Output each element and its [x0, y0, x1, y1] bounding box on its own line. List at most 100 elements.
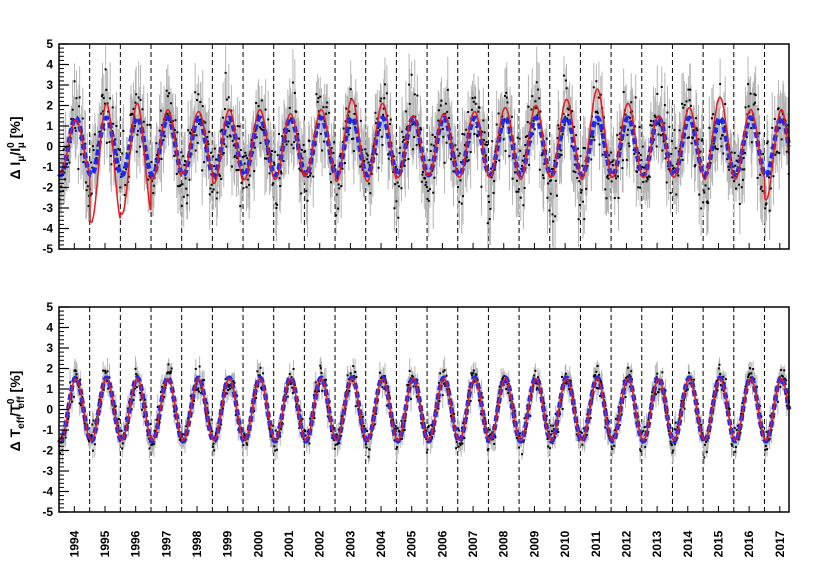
data-point — [634, 96, 637, 99]
data-point — [74, 126, 77, 129]
x-tick-label-2003: 2003 — [343, 530, 357, 557]
data-point — [317, 97, 320, 100]
data-point — [488, 201, 491, 204]
data-point — [425, 181, 428, 184]
data-point — [486, 144, 489, 147]
x-tick-label-2011: 2011 — [589, 531, 603, 557]
data-point — [75, 97, 78, 100]
data-point — [268, 172, 271, 175]
data-point — [596, 365, 599, 368]
data-point — [248, 183, 251, 186]
data-point — [81, 117, 84, 120]
data-point — [722, 152, 725, 155]
data-point — [267, 118, 270, 121]
data-point — [378, 128, 381, 131]
x-tick-label-2009: 2009 — [527, 530, 541, 557]
data-point — [270, 153, 273, 156]
data-point — [655, 393, 658, 396]
data-point — [572, 170, 575, 173]
data-point — [359, 119, 362, 122]
data-point — [758, 132, 761, 135]
data-point — [152, 192, 155, 195]
data-point — [234, 154, 237, 157]
data-point — [610, 445, 613, 448]
data-point — [137, 96, 140, 99]
data-point — [488, 428, 491, 431]
data-point — [141, 108, 144, 111]
data-point — [104, 369, 107, 372]
x-tick-label-1995: 1995 — [98, 530, 112, 557]
data-point — [112, 122, 115, 125]
data-point — [225, 98, 228, 101]
y-tick-label: 2 — [46, 362, 53, 376]
data-point — [383, 97, 386, 100]
data-point — [77, 168, 80, 171]
data-point — [448, 116, 451, 119]
data-point — [340, 185, 343, 188]
x-tick-label-2015: 2015 — [712, 530, 726, 557]
data-point — [305, 189, 308, 192]
data-point — [149, 423, 152, 426]
data-point — [211, 445, 214, 448]
data-point — [293, 141, 296, 144]
data-point — [380, 97, 383, 100]
data-point — [273, 445, 276, 448]
data-point — [276, 154, 279, 157]
data-point — [215, 158, 218, 161]
data-point — [474, 96, 477, 99]
data-point — [728, 407, 731, 410]
data-point — [426, 197, 429, 200]
data-point — [397, 185, 400, 188]
data-point — [375, 153, 378, 156]
data-point — [92, 419, 95, 422]
data-point — [765, 202, 768, 205]
data-point — [211, 430, 214, 433]
x-axis-year-labels: 1994 1995 1996 1997 1998 1999 2000 2001 2002 2003… — [67, 530, 786, 557]
data-point — [473, 133, 476, 136]
data-point — [185, 202, 188, 205]
data-point — [554, 215, 557, 218]
data-point — [517, 446, 520, 449]
data-point — [182, 195, 185, 198]
data-point — [192, 399, 195, 402]
y-tick-label: 3 — [46, 78, 53, 92]
data-point — [363, 424, 366, 427]
data-point — [404, 159, 407, 162]
data-point — [408, 102, 411, 105]
data-point — [764, 445, 767, 448]
data-point — [201, 105, 204, 108]
data-point — [106, 370, 109, 373]
data-point — [275, 206, 278, 209]
data-point — [597, 122, 600, 125]
data-point — [210, 183, 213, 186]
data-point — [458, 429, 461, 432]
data-point — [148, 447, 151, 450]
data-point — [689, 104, 692, 107]
data-point — [397, 216, 400, 219]
data-point — [682, 106, 685, 109]
data-point — [361, 415, 364, 418]
data-point — [561, 407, 564, 410]
data-point — [73, 80, 76, 83]
data-point — [534, 100, 537, 103]
data-point — [439, 104, 442, 107]
data-point — [337, 183, 340, 186]
data-point — [442, 135, 445, 138]
data-point — [693, 378, 696, 381]
data-point — [672, 167, 675, 170]
data-point — [136, 133, 139, 136]
data-point — [194, 149, 197, 152]
data-point — [330, 147, 333, 150]
data-point — [333, 141, 336, 144]
data-point — [239, 149, 242, 152]
data-point — [149, 123, 152, 126]
data-point — [423, 177, 426, 180]
data-point — [86, 185, 89, 188]
data-point — [274, 150, 277, 153]
data-point — [489, 207, 492, 210]
data-point — [389, 118, 392, 121]
data-point — [259, 366, 262, 369]
data-point — [69, 381, 72, 384]
data-point — [429, 188, 432, 191]
data-point — [181, 183, 184, 186]
